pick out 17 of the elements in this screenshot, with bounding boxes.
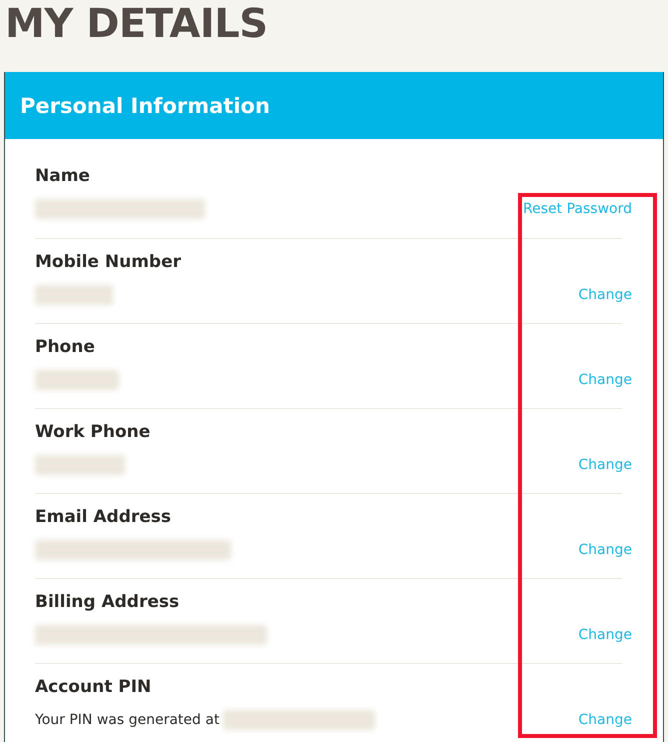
change-link[interactable]: Change	[578, 457, 632, 473]
field-label: Name	[35, 166, 91, 188]
change-link[interactable]: Change	[578, 372, 632, 388]
field-label: Work Phone	[35, 422, 152, 444]
field-label: Billing Address	[35, 592, 180, 614]
page-title: MY DETAILS	[4, 0, 269, 49]
field-label: Mobile Number	[35, 252, 182, 274]
field-label: Phone	[35, 337, 96, 359]
change-link[interactable]: Change	[578, 627, 632, 643]
field-label: Email Address	[35, 507, 172, 529]
change-link[interactable]: Change	[578, 287, 632, 303]
change-link[interactable]: Change	[578, 542, 632, 558]
panel-title: Personal Information	[20, 94, 270, 118]
pin-note: Your PIN was generated at	[35, 712, 220, 728]
change-link[interactable]: Change	[578, 712, 632, 728]
change-link[interactable]: Reset Password	[523, 201, 632, 217]
field-label: Account PIN	[35, 677, 152, 699]
